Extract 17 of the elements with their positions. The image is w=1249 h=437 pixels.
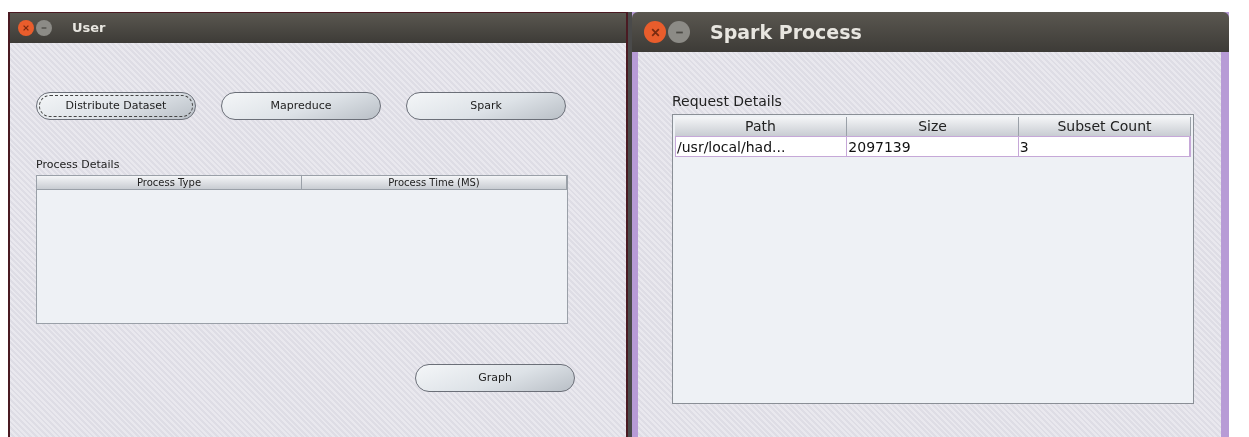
- minimize-icon[interactable]: [668, 21, 690, 43]
- close-icon[interactable]: [644, 21, 666, 43]
- pill-button[interactable]: Mapreduce: [221, 92, 381, 120]
- table-cell: /usr/local/had...: [676, 137, 848, 156]
- minimize-icon[interactable]: [36, 20, 52, 36]
- column-header[interactable]: Process Time (MS): [302, 176, 567, 189]
- window-title: User: [72, 19, 106, 38]
- section-label: Request Details: [672, 92, 783, 110]
- table-cell: 2097139: [847, 137, 1019, 156]
- pill-button[interactable]: Spark: [406, 92, 566, 120]
- window-title: Spark Process: [710, 19, 862, 45]
- section-label: Process Details: [36, 158, 121, 172]
- pill-button[interactable]: Graph: [415, 364, 575, 392]
- close-icon[interactable]: [18, 20, 34, 36]
- table-cell: 3: [1018, 137, 1190, 156]
- column-header[interactable]: Process Type: [37, 176, 302, 189]
- pill-button[interactable]: Distribute Dataset: [36, 92, 196, 120]
